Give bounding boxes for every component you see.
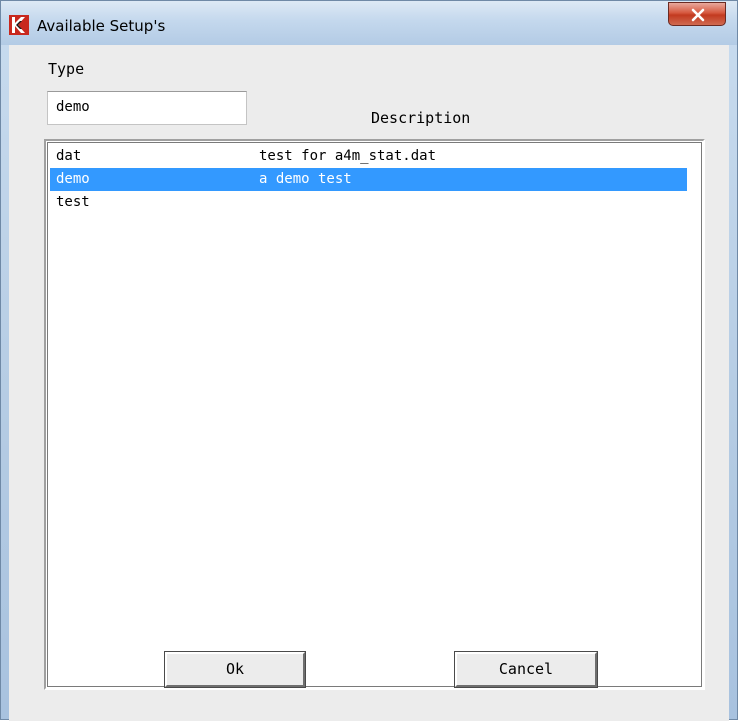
- ok-button[interactable]: Ok: [164, 651, 306, 688]
- type-label: Type: [48, 60, 85, 78]
- dialog-window: Available Setup's Type Description dat t…: [0, 0, 738, 721]
- list-item-type: demo: [56, 171, 90, 187]
- setup-list-body: dat test for a4m_stat.dat demo a demo te…: [50, 145, 699, 684]
- list-item-description: a demo test: [259, 171, 352, 187]
- title-bar[interactable]: Available Setup's: [1, 1, 737, 45]
- dialog-body: Type Description dat test for a4m_stat.d…: [9, 45, 729, 721]
- window-title: Available Setup's: [37, 17, 166, 35]
- setup-list[interactable]: dat test for a4m_stat.dat demo a demo te…: [44, 139, 705, 690]
- list-item-selected[interactable]: demo a demo test: [50, 168, 687, 191]
- list-item-description: test for a4m_stat.dat: [259, 148, 437, 164]
- app-logo-icon: [9, 15, 29, 35]
- list-item-type: test: [56, 194, 90, 210]
- list-item-type: dat: [56, 148, 82, 164]
- description-header: Description: [371, 109, 471, 127]
- type-input[interactable]: [47, 91, 247, 125]
- list-item[interactable]: dat test for a4m_stat.dat: [50, 145, 687, 168]
- close-button[interactable]: [668, 2, 726, 26]
- list-item[interactable]: test: [50, 191, 687, 214]
- close-x-icon: [691, 8, 705, 22]
- cancel-button[interactable]: Cancel: [454, 651, 598, 688]
